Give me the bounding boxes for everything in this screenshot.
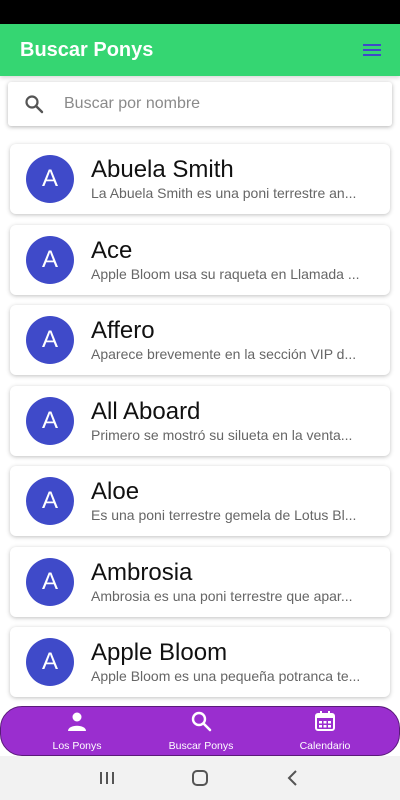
pony-list: A Abuela Smith La Abuela Smith es una po… bbox=[10, 144, 390, 708]
pony-name: Aloe bbox=[91, 478, 140, 505]
avatar: A bbox=[26, 396, 74, 445]
pony-description: Apple Bloom es una pequeña potranca te..… bbox=[91, 668, 361, 684]
pony-description: La Abuela Smith es una poni terrestre an… bbox=[91, 185, 357, 201]
search-icon bbox=[190, 710, 212, 737]
app-bar: Buscar Ponys bbox=[0, 24, 400, 76]
search-input[interactable] bbox=[64, 95, 364, 113]
back-icon[interactable] bbox=[278, 763, 308, 793]
avatar: A bbox=[26, 557, 74, 606]
pony-card[interactable]: A Affero Aparece brevemente en la secció… bbox=[10, 305, 390, 375]
pony-card[interactable]: A Ace Apple Bloom usa su raqueta en Llam… bbox=[10, 224, 390, 295]
pony-name: Ace bbox=[91, 236, 133, 264]
pony-description: Ambrosia es una poni terrestre que apar.… bbox=[91, 587, 353, 604]
pony-description: Aparece brevemente en la sección VIP d..… bbox=[91, 346, 357, 362]
pony-name: Apple Bloom bbox=[91, 639, 228, 666]
nav-label: Buscar Ponys bbox=[168, 740, 234, 752]
home-icon[interactable] bbox=[185, 763, 215, 793]
calendar-icon bbox=[314, 710, 336, 737]
pony-name: All Aboard bbox=[91, 397, 201, 425]
pony-card[interactable]: A Aloe Es una poni terrestre gemela de L… bbox=[10, 466, 390, 536]
avatar: A bbox=[26, 638, 74, 686]
recent-apps-icon[interactable] bbox=[92, 763, 122, 793]
page-title: Buscar Ponys bbox=[20, 38, 154, 61]
nav-label: Los Ponys bbox=[52, 740, 102, 752]
pony-name: Abuela Smith bbox=[91, 156, 234, 183]
pony-description: Primero se mostró su silueta en la venta… bbox=[91, 426, 353, 443]
pony-card[interactable]: A Abuela Smith La Abuela Smith es una po… bbox=[10, 144, 390, 214]
pony-description: Apple Bloom usa su raqueta en Llamada ..… bbox=[91, 265, 360, 282]
nav-label: Calendario bbox=[299, 740, 351, 752]
nav-item-buscar-ponys[interactable]: Buscar Ponys bbox=[151, 707, 251, 755]
hamburger-menu-icon[interactable] bbox=[360, 38, 384, 62]
avatar: A bbox=[26, 477, 74, 525]
pony-description: Es una poni terrestre gemela de Lotus Bl… bbox=[91, 507, 357, 523]
pony-name: Affero bbox=[91, 317, 155, 344]
status-bar bbox=[0, 0, 400, 24]
system-navigation-bar bbox=[0, 756, 400, 800]
search-bar bbox=[8, 82, 392, 126]
search-icon bbox=[24, 93, 46, 115]
pony-name: Ambrosia bbox=[91, 558, 193, 586]
person-icon bbox=[66, 710, 88, 737]
pony-card[interactable]: A Ambrosia Ambrosia es una poni terrestr… bbox=[10, 546, 390, 617]
avatar: A bbox=[26, 155, 74, 203]
pony-card[interactable]: A All Aboard Primero se mostró su siluet… bbox=[10, 385, 390, 456]
nav-item-calendario[interactable]: Calendario bbox=[275, 707, 375, 755]
avatar: A bbox=[26, 235, 74, 284]
bottom-navigation: Los Ponys Buscar Ponys Calendario bbox=[0, 706, 400, 756]
pony-card[interactable]: A Apple Bloom Apple Bloom es una pequeña… bbox=[10, 627, 390, 697]
nav-item-los-ponys[interactable]: Los Ponys bbox=[27, 707, 127, 755]
avatar: A bbox=[26, 316, 74, 364]
